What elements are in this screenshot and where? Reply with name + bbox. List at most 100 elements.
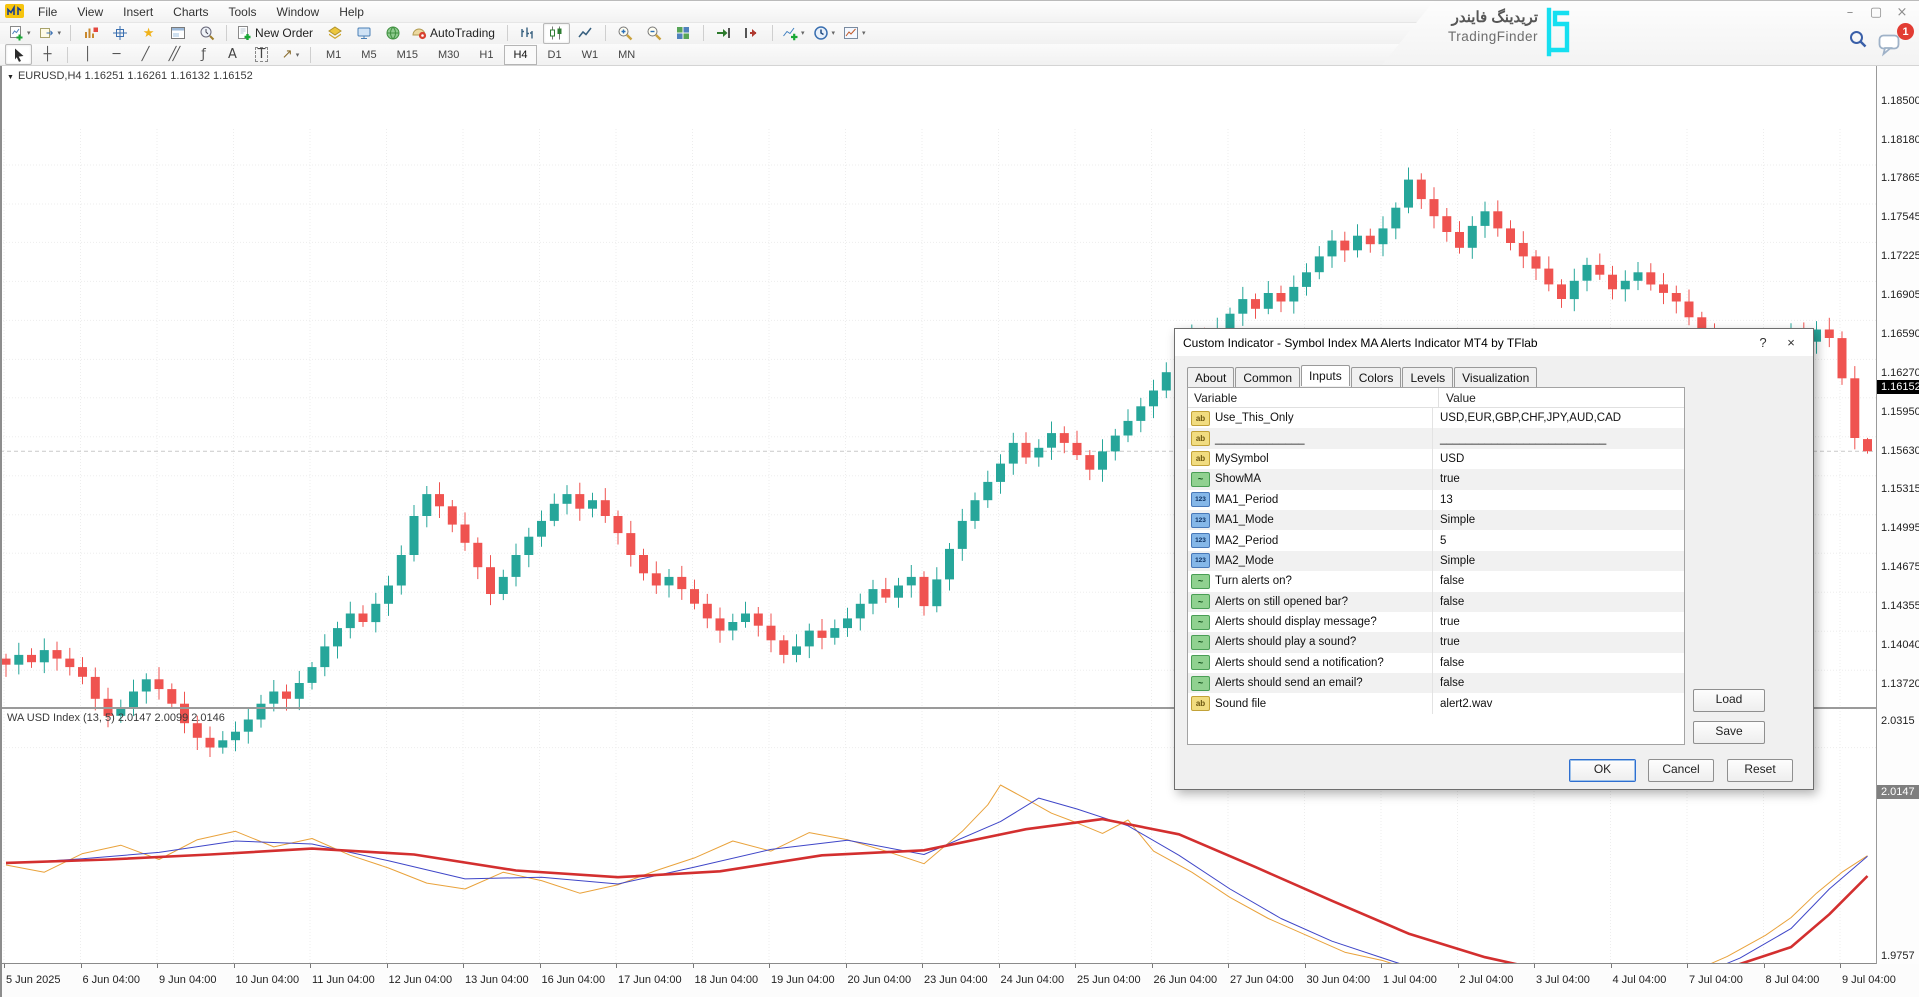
search-icon[interactable] — [1848, 29, 1868, 54]
menu-charts[interactable]: Charts — [163, 2, 218, 22]
timeframe-m30[interactable]: M30 — [429, 45, 468, 65]
autotrading-button[interactable]: AutoTrading — [408, 23, 501, 44]
param-value[interactable]: Simple — [1433, 514, 1475, 526]
param-value[interactable]: USD,EUR,GBP,CHF,JPY,AUD,CAD — [1433, 412, 1621, 424]
fibonacci-button[interactable]: ƒ — [190, 44, 217, 65]
param-row[interactable]: abMySymbolUSD — [1188, 449, 1684, 469]
column-value[interactable]: Value — [1439, 391, 1476, 405]
periods-button[interactable]: ▾ — [810, 23, 839, 44]
param-row[interactable]: abSound filealert2.wav — [1188, 693, 1684, 713]
param-value[interactable]: true — [1433, 473, 1460, 485]
param-row[interactable]: ab______________________________________… — [1188, 428, 1684, 448]
text-button[interactable]: A — [219, 44, 246, 65]
param-row[interactable]: 123MA2_Period5 — [1188, 530, 1684, 550]
timeframe-m5[interactable]: M5 — [352, 45, 385, 65]
navigator-button[interactable]: ★ — [135, 23, 162, 44]
menu-insert[interactable]: Insert — [113, 2, 163, 22]
dialog-title-bar[interactable]: Custom Indicator - Symbol Index MA Alert… — [1175, 329, 1813, 356]
tab-about[interactable]: About — [1187, 367, 1234, 388]
param-value[interactable]: 13 — [1433, 494, 1453, 506]
data-window-button[interactable] — [106, 23, 133, 44]
terminal-button[interactable] — [164, 23, 191, 44]
tab-common[interactable]: Common — [1235, 367, 1300, 388]
menu-file[interactable]: File — [28, 2, 67, 22]
param-row[interactable]: ~Alerts on still opened bar?false — [1188, 592, 1684, 612]
menu-view[interactable]: View — [67, 2, 113, 22]
indicators-button[interactable]: ▾ — [779, 23, 808, 44]
tab-levels[interactable]: Levels — [1402, 367, 1453, 388]
notification-badge[interactable]: 1 — [1897, 23, 1914, 40]
close-icon[interactable]: × — [1895, 5, 1909, 20]
zoom-in-button[interactable] — [612, 23, 639, 44]
market-watch-button[interactable] — [77, 23, 104, 44]
timeframe-h1[interactable]: H1 — [470, 45, 502, 65]
time-axis[interactable]: 5 Jun 20256 Jun 04:009 Jun 04:0010 Jun 0… — [0, 964, 1919, 997]
param-value[interactable]: true — [1433, 636, 1460, 648]
crosshair-button[interactable]: ┼ — [34, 44, 61, 65]
menu-help[interactable]: Help — [329, 2, 374, 22]
param-row[interactable]: ~Turn alerts on?false — [1188, 571, 1684, 591]
templates-button[interactable]: ▾ — [840, 23, 869, 44]
zoom-out-button[interactable] — [641, 23, 668, 44]
tab-inputs[interactable]: Inputs — [1301, 365, 1350, 386]
save-button[interactable]: Save — [1693, 721, 1765, 744]
param-value[interactable]: false — [1433, 677, 1464, 689]
menu-tools[interactable]: Tools — [219, 2, 267, 22]
param-row[interactable]: 123MA1_Period13 — [1188, 490, 1684, 510]
param-row[interactable]: ~Alerts should display message?true — [1188, 612, 1684, 632]
param-value[interactable]: false — [1433, 596, 1464, 608]
equidistant-channel-button[interactable]: ╱╱ — [161, 44, 188, 65]
dialog-help-button[interactable]: ? — [1749, 335, 1777, 350]
param-value[interactable]: false — [1433, 575, 1464, 587]
strategy-tester-button[interactable] — [193, 23, 220, 44]
load-button[interactable]: Load — [1693, 689, 1765, 712]
param-row[interactable]: ~ShowMAtrue — [1188, 469, 1684, 489]
auto-scroll-button[interactable] — [710, 23, 737, 44]
chart-shift-button[interactable] — [739, 23, 766, 44]
column-variable[interactable]: Variable — [1188, 388, 1439, 407]
timeframe-w1[interactable]: W1 — [573, 45, 608, 65]
profiles-button[interactable]: ▾ — [36, 23, 65, 44]
timeframe-d1[interactable]: D1 — [539, 45, 571, 65]
text-label-button[interactable]: T — [248, 44, 275, 65]
trendline-button[interactable]: ╱ — [132, 44, 159, 65]
metaeditor-button[interactable] — [321, 23, 348, 44]
cancel-button[interactable]: Cancel — [1648, 759, 1714, 782]
param-value[interactable]: 5 — [1433, 535, 1446, 547]
param-row[interactable]: 123MA1_ModeSimple — [1188, 510, 1684, 530]
new-order-button[interactable]: New Order — [233, 23, 319, 44]
vertical-line-button[interactable]: │ — [74, 44, 101, 65]
param-row[interactable]: ~Alerts should play a sound?true — [1188, 632, 1684, 652]
community-button[interactable] — [379, 23, 406, 44]
ok-button[interactable]: OK — [1569, 759, 1636, 782]
param-value[interactable]: true — [1433, 616, 1460, 628]
line-chart-button[interactable] — [572, 23, 599, 44]
timeframe-m15[interactable]: M15 — [388, 45, 427, 65]
param-value[interactable]: Simple — [1433, 555, 1475, 567]
cursor-button[interactable] — [5, 44, 32, 65]
param-row[interactable]: ~Alerts should send a notification?false — [1188, 653, 1684, 673]
param-value[interactable]: false — [1433, 657, 1464, 669]
timeframe-mn[interactable]: MN — [609, 45, 644, 65]
param-value[interactable]: alert2.wav — [1433, 698, 1492, 710]
tile-windows-button[interactable] — [670, 23, 697, 44]
horizontal-line-button[interactable]: ─ — [103, 44, 130, 65]
param-value[interactable]: __________________________ — [1433, 433, 1606, 445]
param-row[interactable]: 123MA2_ModeSimple — [1188, 551, 1684, 571]
new-chart-button[interactable]: ▾ — [5, 23, 34, 44]
symbol-caret-icon[interactable] — [7, 70, 14, 82]
restore-icon[interactable]: ▢ — [1869, 5, 1883, 20]
timeframe-m1[interactable]: M1 — [317, 45, 350, 65]
param-value[interactable]: USD — [1433, 453, 1464, 465]
parameters-table[interactable]: Variable Value abUse_This_OnlyUSD,EUR,GB… — [1187, 387, 1685, 745]
bar-chart-button[interactable] — [514, 23, 541, 44]
price-axis[interactable]: 1.185001.181801.178651.175451.172251.169… — [1876, 65, 1919, 964]
param-row[interactable]: abUse_This_OnlyUSD,EUR,GBP,CHF,JPY,AUD,C… — [1188, 408, 1684, 428]
tab-colors[interactable]: Colors — [1351, 367, 1402, 388]
dialog-close-button[interactable]: × — [1777, 335, 1805, 350]
menu-window[interactable]: Window — [267, 2, 330, 22]
tab-visualization[interactable]: Visualization — [1454, 367, 1537, 388]
reset-button[interactable]: Reset — [1727, 759, 1793, 782]
arrows-button[interactable]: ↗▾ — [277, 44, 304, 65]
param-row[interactable]: ~Alerts should send an email?false — [1188, 673, 1684, 693]
